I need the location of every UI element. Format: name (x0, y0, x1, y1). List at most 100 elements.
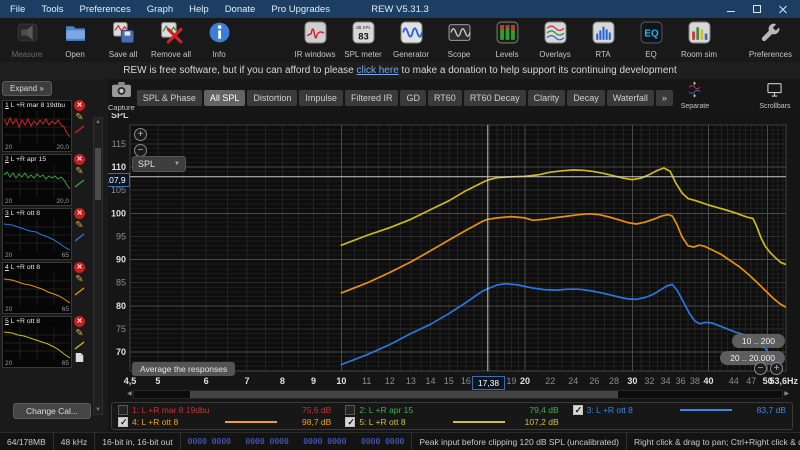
menu-pro-upgrades[interactable]: Pro Upgrades (263, 4, 338, 15)
measurement-thumbnail-5[interactable]: 5 L +R ott 8 20 65 (2, 316, 72, 368)
donation-link[interactable]: click here (357, 65, 399, 76)
measurement-thumbnail-4[interactable]: 4 L +R ott 8 20 65 (2, 262, 72, 314)
toolbar-button-open[interactable]: Open (51, 21, 99, 59)
window-controls (726, 4, 800, 14)
tab-decay[interactable]: Decay (567, 90, 605, 106)
toolbar-button-info[interactable]: Info (195, 21, 243, 59)
edit-measurement-icon[interactable]: ✎ (75, 329, 83, 339)
scrollbar-track[interactable] (132, 390, 784, 399)
tabs-overflow-button[interactable]: » (655, 90, 673, 106)
zoom-in-y-button[interactable]: + (134, 128, 147, 141)
maximize-icon[interactable] (752, 4, 762, 14)
menu-file[interactable]: File (2, 4, 33, 15)
tab-impulse[interactable]: Impulse (299, 90, 343, 106)
measurement-thumbnail-2[interactable]: 2 L +R apr 15 20 20,0 (2, 154, 72, 206)
trace-style-icon[interactable] (74, 125, 85, 134)
legend-label: 5: L +R ott 8 (359, 417, 406, 427)
notes-icon[interactable] (75, 352, 84, 363)
graph-tool-scrollbars[interactable]: Scrollbars (753, 81, 797, 110)
tab-rt60-decay[interactable]: RT60 Decay (463, 90, 526, 106)
toolbar-button-generator[interactable]: Generator (387, 21, 435, 59)
menu-graph[interactable]: Graph (139, 4, 181, 15)
scroll-up-icon[interactable]: ▲ (95, 118, 101, 126)
tab-filtered-ir[interactable]: Filtered IR (344, 90, 399, 106)
trace-style-icon[interactable] (74, 341, 85, 350)
graph-tool-separate[interactable]: Separate (673, 81, 717, 110)
toolbar-button-ir-windows[interactable]: IR windows (291, 21, 339, 59)
zoom-in-x-button[interactable]: + (770, 362, 783, 375)
toolbar-button-measure[interactable]: Measure (3, 21, 51, 59)
toolbar-button-save-all[interactable]: Save all (99, 21, 147, 59)
edit-measurement-icon[interactable]: ✎ (75, 167, 83, 177)
toolbar-button-preferences[interactable]: Preferences (746, 21, 795, 59)
remove-measurement-icon[interactable]: ✕ (74, 208, 85, 219)
y-axis-tick-label: 90 (116, 255, 126, 265)
rta-icon (592, 21, 615, 49)
menu-donate[interactable]: Donate (217, 4, 264, 15)
toolbar-button-remove-all[interactable]: Remove all (147, 21, 195, 59)
legend-checkbox[interactable] (118, 417, 128, 427)
scroll-right-icon[interactable]: ▶ (784, 390, 789, 399)
measure-icon (16, 21, 39, 49)
average-responses-button[interactable]: Average the responses (132, 362, 236, 376)
capture-label: Capture (108, 103, 135, 112)
edit-measurement-icon[interactable]: ✎ (75, 221, 83, 231)
toolbar-button-overlays[interactable]: Overlays (531, 21, 579, 59)
scrollbar-thumb[interactable] (189, 391, 618, 398)
measurement-thumbnail-1[interactable]: 1 L +R mar 8 19dbu 20 20,0 (2, 100, 72, 152)
tab-spl-phase[interactable]: SPL & Phase (136, 90, 202, 106)
toolbar-button-levels[interactable]: Levels (483, 21, 531, 59)
room-sim-icon (688, 21, 711, 49)
edit-measurement-icon[interactable]: ✎ (75, 275, 83, 285)
remove-measurement-icon[interactable]: ✕ (74, 100, 85, 111)
measurement-actions: ✕ ✎ (72, 154, 87, 206)
trace-style-icon[interactable] (74, 233, 85, 242)
change-cal-button[interactable]: Change Cal... (13, 403, 91, 419)
tab-all-spl[interactable]: All SPL (203, 90, 246, 106)
measurement-item-4: 4 L +R ott 8 20 65 ✕ ✎ (2, 262, 87, 314)
peak-input-info: Peak input before clipping 120 dB SPL (u… (412, 433, 627, 450)
toolbar-button-spl-meter[interactable]: dB SPL 83 SPL meter (339, 21, 387, 59)
menu-tools[interactable]: Tools (33, 4, 71, 15)
preset-range-button-1[interactable]: 10 .. 200 (731, 334, 785, 348)
toolbar-button-room-sim[interactable]: Room sim (675, 21, 723, 59)
chart-horizontal-scrollbar[interactable]: ◀ ▶ (127, 390, 789, 399)
close-icon[interactable] (778, 4, 788, 14)
trace-style-icon[interactable] (74, 287, 85, 296)
thumbnail-axis-labels: 20 20,0 (5, 144, 69, 151)
graph-tools: SeparateScrollbarsFreq. AxisLimitsAction… (673, 79, 800, 110)
tab-gd[interactable]: GD (400, 90, 426, 106)
toolbar-button-scope[interactable]: Scope (435, 21, 483, 59)
expand-panel-button[interactable]: Expand » (2, 81, 52, 96)
legend-checkbox[interactable] (118, 405, 128, 415)
scroll-down-icon[interactable]: ▼ (95, 406, 101, 414)
edit-measurement-icon[interactable]: ✎ (75, 113, 83, 123)
remove-measurement-icon[interactable]: ✕ (74, 154, 85, 165)
remove-measurement-icon[interactable]: ✕ (74, 262, 85, 273)
tab-rt60[interactable]: RT60 (427, 90, 462, 106)
legend-checkbox[interactable] (345, 417, 356, 427)
levels-icon (496, 21, 519, 49)
legend-checkbox[interactable] (572, 405, 583, 415)
minimize-icon[interactable] (726, 4, 736, 14)
menu-preferences[interactable]: Preferences (72, 4, 139, 15)
zoom-out-x-button[interactable]: − (754, 362, 767, 375)
measurement-scrollbar[interactable]: ▲ ▼ (93, 117, 103, 415)
measurement-thumbnail-3[interactable]: 3 L +R ott 8 20 65 (2, 208, 72, 260)
remove-measurement-icon[interactable]: ✕ (74, 316, 85, 327)
scrollbar-thumb[interactable] (95, 148, 101, 200)
menu-help[interactable]: Help (181, 4, 217, 15)
tab-distortion[interactable]: Distortion (247, 90, 298, 106)
toolbar-button-eq[interactable]: EQ EQ (627, 21, 675, 59)
tab-waterfall[interactable]: Waterfall (606, 90, 654, 106)
capture-button[interactable]: Capture (108, 79, 135, 112)
tab-clarity[interactable]: Clarity (527, 90, 566, 106)
scroll-left-icon[interactable]: ◀ (127, 390, 132, 399)
curve-3-l-r-ott-8 (340, 282, 781, 371)
measurement-sparkline (4, 111, 70, 143)
x-axis-tick-label: 38 (690, 376, 700, 386)
spl-dropdown[interactable]: SPL ▼ (132, 156, 186, 172)
toolbar-button-rta[interactable]: RTA (579, 21, 627, 59)
legend-checkbox[interactable] (345, 405, 356, 415)
trace-style-icon[interactable] (74, 179, 85, 188)
